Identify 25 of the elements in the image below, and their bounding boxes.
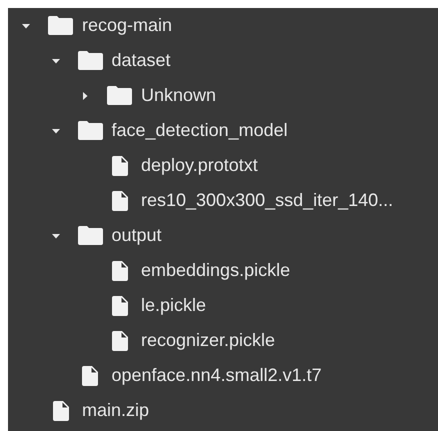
folder-name[interactable]: face_detection_model xyxy=(112,117,288,144)
folder-icon xyxy=(78,121,102,140)
caret-right-icon[interactable] xyxy=(80,90,90,100)
file-name[interactable]: le.pickle xyxy=(141,292,206,319)
folder-icon xyxy=(78,226,102,245)
file-icon xyxy=(112,156,128,176)
folder-icon xyxy=(107,86,132,105)
folder-name[interactable]: recog-main xyxy=(82,12,172,39)
file-name[interactable]: deploy.prototxt xyxy=(141,152,258,179)
file-name[interactable]: embeddings.pickle xyxy=(141,257,290,284)
file-icon xyxy=(82,366,98,386)
file-icon xyxy=(112,260,128,280)
file-name[interactable]: recognizer.pickle xyxy=(141,327,276,354)
folder-icon xyxy=(78,51,102,70)
file-name[interactable]: main.zip xyxy=(82,397,150,424)
folder-name[interactable]: dataset xyxy=(112,47,171,74)
folder-name[interactable]: output xyxy=(112,222,162,249)
file-icon xyxy=(112,296,128,316)
file-name[interactable]: res10_300x300_ssd_iter_140... xyxy=(141,187,394,214)
file-name[interactable]: openface.nn4.small2.v1.t7 xyxy=(112,362,322,389)
folder-icon xyxy=(48,16,73,35)
file-icon xyxy=(112,330,128,350)
folder-name[interactable]: Unknown xyxy=(141,82,216,109)
file-icon xyxy=(52,400,68,420)
file-icon xyxy=(112,190,128,210)
